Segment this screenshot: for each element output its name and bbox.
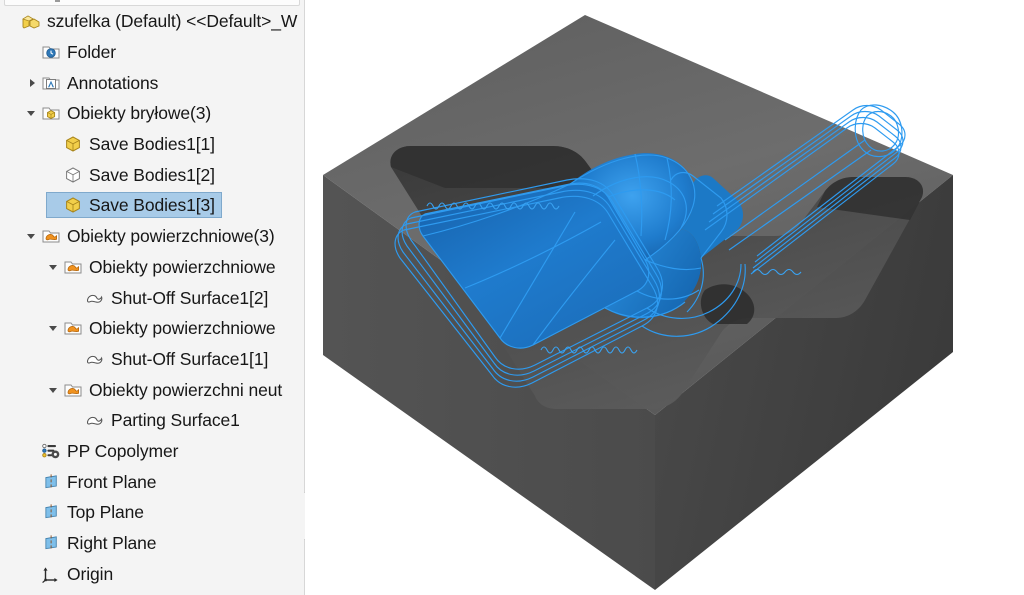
twisty-spacer	[68, 412, 84, 428]
tree-item-label: Shut-Off Surface1[1]	[111, 349, 268, 369]
tree-item-shut-off-1[interactable]: Shut-Off Surface1[1]	[0, 344, 305, 375]
origin-icon	[40, 564, 62, 584]
twisty-spacer	[24, 566, 40, 582]
chevron-down-icon[interactable]	[46, 259, 62, 275]
feature-tree-list[interactable]: szufelka (Default) <<Default>_W Folder Ann…	[0, 6, 305, 595]
solid-body-icon	[62, 134, 84, 154]
mold-block-model	[305, 0, 1024, 595]
surface-icon	[84, 349, 106, 369]
tree-item-label: Shut-Off Surface1[2]	[111, 288, 268, 308]
twisty-spacer	[46, 136, 62, 152]
tree-item-label: Origin	[67, 564, 113, 584]
surface-folder-icon	[40, 226, 62, 246]
tree-item-surface-group-2[interactable]: Obiekty powierzchniowe	[0, 313, 305, 344]
surface-folder-icon	[62, 318, 84, 338]
tree-item-label: Save Bodies1[2]	[89, 165, 215, 185]
tree-item-origin[interactable]: Origin	[0, 558, 305, 589]
tree-item-label: szufelka (Default) <<Default>_W	[47, 11, 297, 31]
tree-item-part-root[interactable]: szufelka (Default) <<Default>_W	[0, 6, 305, 37]
tree-item-label: Obiekty powierzchniowe	[89, 257, 276, 277]
tree-item-label: Front Plane	[67, 472, 156, 492]
plane-icon	[40, 472, 62, 492]
chevron-down-icon[interactable]	[46, 320, 62, 336]
twisty-spacer	[24, 443, 40, 459]
tree-item-label: Annotations	[67, 73, 158, 93]
twisty-spacer	[24, 44, 40, 60]
twisty-spacer	[68, 290, 84, 306]
tree-item-label: Obiekty bryłowe(3)	[67, 103, 211, 123]
part-icon	[20, 11, 42, 31]
tree-item-material[interactable]: PP Copolymer	[0, 436, 305, 467]
surface-folder-icon	[62, 380, 84, 400]
tree-item-right-plane[interactable]: Right Plane	[0, 528, 305, 559]
twisty-spacer	[24, 535, 40, 551]
tree-item-label: Right Plane	[67, 533, 156, 553]
tree-item-label: PP Copolymer	[67, 441, 178, 461]
tree-item-shut-off-2[interactable]: Shut-Off Surface1[2]	[0, 282, 305, 313]
tree-item-label: Top Plane	[67, 502, 144, 522]
tree-item-label: Folder	[67, 42, 116, 62]
solidworks-window: szufelka (Default) <<Default>_W Folder Ann…	[0, 0, 1024, 595]
tree-item-save-bodies-3[interactable]: Save Bodies1[3]	[0, 190, 305, 221]
twisty-spacer	[46, 197, 62, 213]
twisty-spacer	[24, 504, 40, 520]
tree-item-surface-group-1[interactable]: Obiekty powierzchniowe	[0, 252, 305, 283]
tree-item-label: Save Bodies1[1]	[89, 134, 215, 154]
tree-item-label: Save Bodies1[3]	[89, 195, 215, 215]
twisty-spacer	[4, 13, 20, 29]
twisty-spacer	[24, 474, 40, 490]
3d-graphics-area[interactable]	[305, 0, 1024, 595]
toolbar-marker	[55, 0, 60, 2]
surface-folder-icon	[62, 257, 84, 277]
tree-item-top-plane[interactable]: Top Plane	[0, 497, 305, 528]
twisty-spacer	[46, 167, 62, 183]
tree-item-history-folder[interactable]: Folder	[0, 37, 305, 68]
tree-item-front-plane[interactable]: Front Plane	[0, 466, 305, 497]
chevron-down-icon[interactable]	[24, 105, 40, 121]
tree-item-save-bodies-1[interactable]: Save Bodies1[1]	[0, 129, 305, 160]
tree-item-label: Obiekty powierzchniowe	[89, 318, 276, 338]
solid-body-icon	[62, 195, 84, 215]
hidden-body-icon	[62, 165, 84, 185]
plane-icon	[40, 533, 62, 553]
twisty-spacer	[68, 351, 84, 367]
material-icon	[40, 441, 62, 461]
tree-item-surface-group-3[interactable]: Obiekty powierzchni neut	[0, 374, 305, 405]
tree-item-parting-surface[interactable]: Parting Surface1	[0, 405, 305, 436]
tree-item-save-bodies-2[interactable]: Save Bodies1[2]	[0, 159, 305, 190]
chevron-down-icon[interactable]	[46, 382, 62, 398]
solid-bodies-folder-icon	[40, 103, 62, 123]
tree-item-label: Obiekty powierzchniowe(3)	[67, 226, 275, 246]
tree-item-label: Parting Surface1	[111, 410, 240, 430]
surface-icon	[84, 410, 106, 430]
tree-item-solid-bodies[interactable]: Obiekty bryłowe(3)	[0, 98, 305, 129]
surface-icon	[84, 288, 106, 308]
chevron-right-icon[interactable]	[24, 75, 40, 91]
history-folder-icon	[40, 42, 62, 62]
tree-item-label: Obiekty powierzchni neut	[89, 380, 282, 400]
chevron-down-icon[interactable]	[24, 228, 40, 244]
tree-item-annotations[interactable]: Annotations	[0, 67, 305, 98]
tree-item-surface-bodies[interactable]: Obiekty powierzchniowe(3)	[0, 221, 305, 252]
plane-icon	[40, 502, 62, 522]
feature-manager-panel: szufelka (Default) <<Default>_W Folder Ann…	[0, 0, 305, 595]
annotations-icon	[40, 73, 62, 93]
